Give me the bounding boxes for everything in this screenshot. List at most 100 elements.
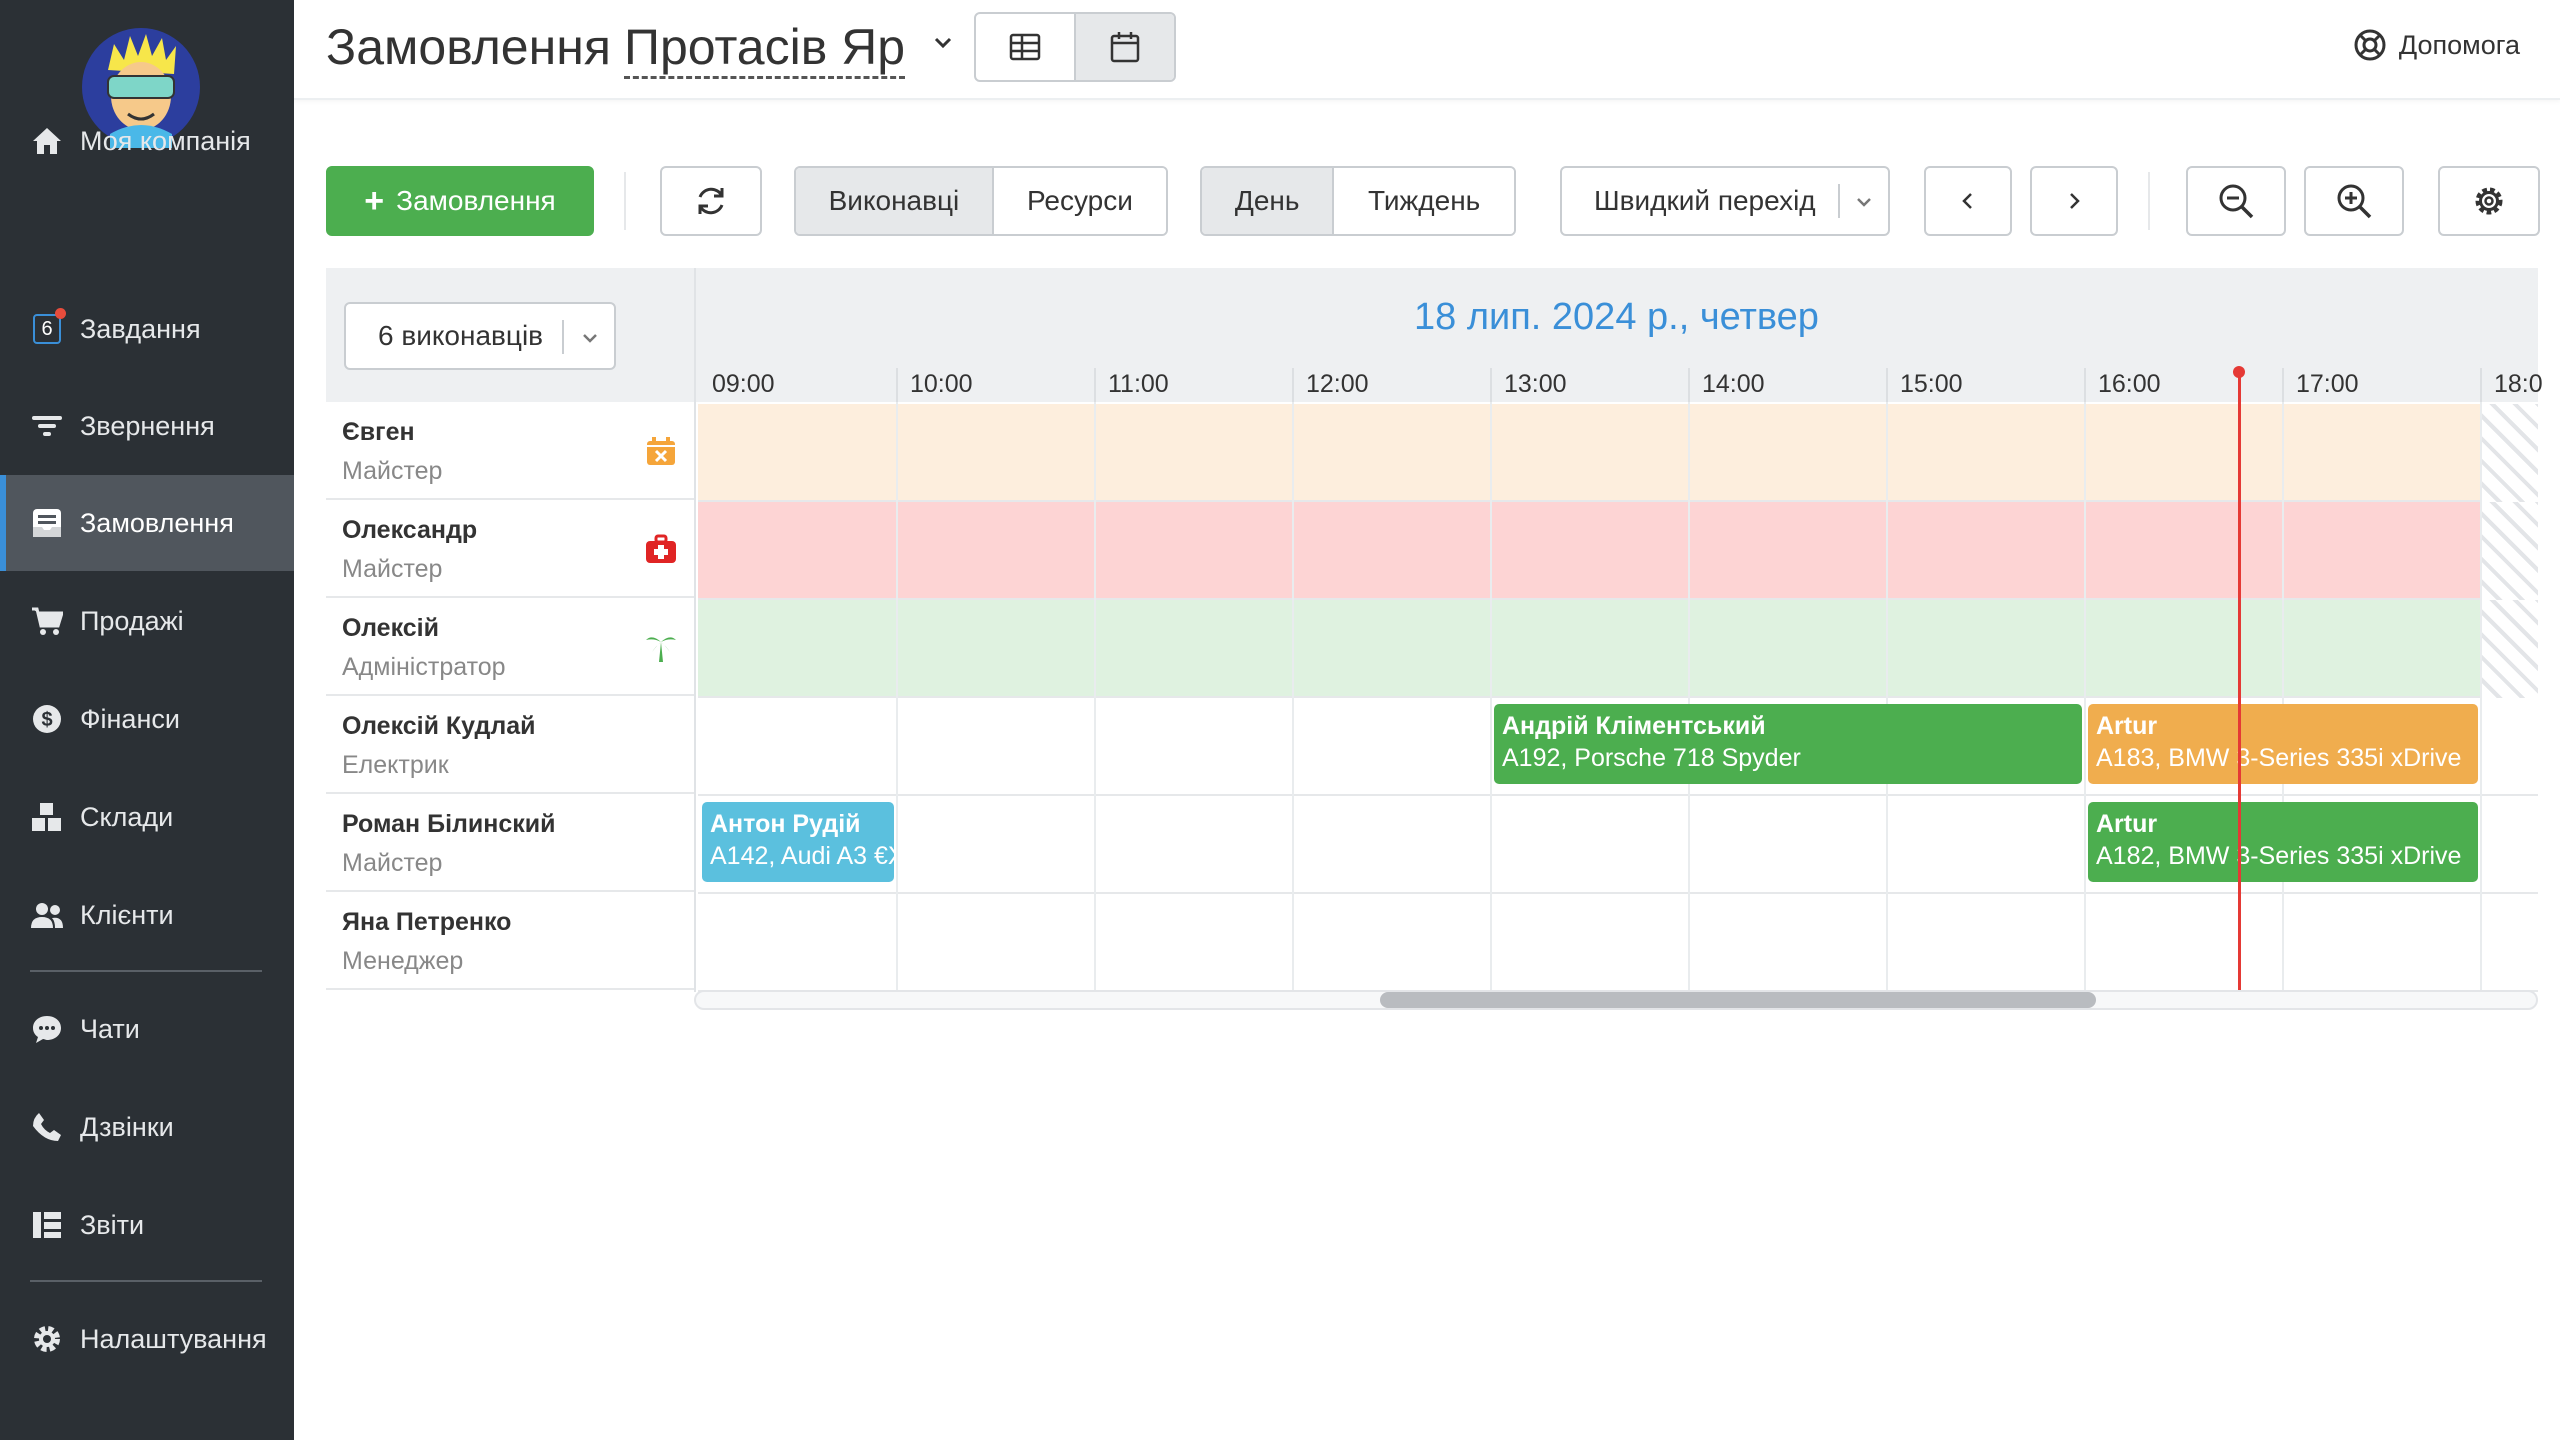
event-details: A182, BMW 3-Series 335i xDrive	[2096, 842, 2462, 870]
sidebar-item-label: Моя компанія	[80, 125, 251, 156]
zoom-out-button[interactable]	[2186, 166, 2286, 236]
period-toggle: День Тиждень	[1200, 166, 1516, 236]
hour-gridline	[1292, 402, 1294, 992]
executor-name: Олексій	[342, 614, 439, 642]
help-link[interactable]: Допомога	[2353, 28, 2520, 62]
calendar-view-button[interactable]	[1074, 14, 1174, 80]
prev-day-button[interactable]	[1924, 166, 2012, 236]
sidebar-item-finance[interactable]: $ Фінанси	[0, 671, 294, 767]
refresh-icon	[698, 187, 724, 215]
sidebar-item-my-company[interactable]: Моя компанія	[0, 93, 294, 189]
executor-name: Яна Петренко	[342, 908, 512, 936]
sidebar-item-warehouses[interactable]: Склади	[0, 769, 294, 865]
hour-label: 11:00	[1108, 370, 1169, 398]
scrollbar-thumb[interactable]	[1380, 992, 2096, 1008]
add-order-button[interactable]: + Замовлення	[326, 166, 594, 236]
current-time-line	[2238, 372, 2242, 992]
hour-gridline	[2282, 402, 2284, 992]
executor-row-label[interactable]: Яна Петренко Менеджер	[326, 892, 694, 990]
executor-row-label[interactable]: Євген Майстер	[326, 402, 694, 500]
event-client: Artur	[2096, 712, 2158, 740]
hour-tick	[1094, 368, 1096, 402]
hour-label: 14:00	[1702, 370, 1765, 398]
grouping-toggle: Виконавці Ресурси	[794, 166, 1168, 236]
column-divider	[694, 268, 696, 992]
executor-row-label[interactable]: Олексій Кудлай Електрик	[326, 696, 694, 794]
schedule-row[interactable]	[698, 404, 2538, 502]
executor-role: Адміністратор	[342, 653, 506, 681]
sidebar-divider	[30, 970, 262, 972]
sidebar-item-label: Звернення	[80, 410, 215, 441]
zoom-in-icon	[2337, 184, 2372, 219]
resources-tab[interactable]: Ресурси	[991, 168, 1166, 234]
scheduler-settings-button[interactable]	[2438, 166, 2540, 236]
select-divider	[562, 320, 564, 354]
orders-icon	[30, 506, 64, 540]
day-tab[interactable]: День	[1202, 168, 1333, 234]
vacation-icon	[644, 630, 678, 664]
reports-icon	[30, 1208, 64, 1242]
hour-label: 15:00	[1900, 370, 1963, 398]
gear-icon	[2475, 187, 2503, 215]
chevron-down-icon[interactable]	[928, 28, 958, 58]
notification-dot	[55, 308, 66, 319]
event-client: Антон Рудій	[710, 810, 861, 838]
hour-tick	[2084, 368, 2086, 402]
sick-leave-icon	[644, 532, 678, 566]
sidebar-item-label: Фінанси	[80, 703, 180, 734]
executor-name: Олексій Кудлай	[342, 712, 536, 740]
toolbar-separator	[2148, 172, 2150, 230]
sidebar-item-reports[interactable]: Звіти	[0, 1177, 294, 1273]
sidebar-item-label: Склади	[80, 801, 174, 832]
schedule-date[interactable]: 18 лип. 2024 р., четвер	[1414, 296, 1819, 339]
schedule-row[interactable]	[698, 502, 2538, 600]
event-details: A142, Audi A3 €X	[710, 842, 894, 870]
sidebar-divider	[30, 1280, 262, 1282]
sidebar-item-orders[interactable]: Замовлення	[0, 475, 294, 571]
hour-gridline	[2480, 402, 2482, 992]
non-working-hours	[2480, 600, 2538, 698]
executors-tab[interactable]: Виконавці	[796, 168, 992, 234]
sidebar-item-chats[interactable]: Чати	[0, 981, 294, 1077]
sidebar-item-requests[interactable]: Звернення	[0, 378, 294, 474]
quick-jump-select[interactable]: Швидкий перехід	[1560, 166, 1890, 236]
location-selector[interactable]: Протасів Яр	[624, 18, 906, 79]
sidebar-item-label: Дзвінки	[80, 1111, 174, 1142]
order-event[interactable]: Artur A183, BMW 3-Series 335i xDrive	[2088, 704, 2478, 784]
executor-role: Електрик	[342, 751, 449, 779]
order-event[interactable]: Антон Рудій A142, Audi A3 €X	[702, 802, 894, 882]
hour-label: 10:00	[910, 370, 973, 398]
executor-row-label[interactable]: Олександр Майстер	[326, 500, 694, 598]
day-off-icon	[644, 434, 678, 468]
sidebar-item-tasks[interactable]: 6 Завдання	[0, 281, 294, 377]
tasks-count-badge: 6	[33, 314, 61, 344]
sidebar-item-sales[interactable]: Продажі	[0, 573, 294, 669]
hour-tick	[1886, 368, 1888, 402]
hour-label: 09:00	[712, 370, 775, 398]
hour-gridline	[1688, 402, 1690, 992]
table-view-button[interactable]	[976, 14, 1074, 80]
add-order-label: Замовлення	[396, 185, 556, 216]
event-client: Artur	[2096, 810, 2158, 838]
event-details: A192, Porsche 718 Spyder	[1502, 744, 1801, 772]
sidebar-item-settings[interactable]: Налаштування	[0, 1291, 294, 1387]
order-event[interactable]: Андрій Кліментський A192, Porsche 718 Spy…	[1494, 704, 2082, 784]
non-working-hours	[2480, 502, 2538, 600]
sidebar-item-calls[interactable]: Дзвінки	[0, 1079, 294, 1175]
executors-filter-select[interactable]: 6 виконавців	[344, 302, 616, 370]
next-day-button[interactable]	[2030, 166, 2118, 236]
lifebuoy-icon	[2354, 29, 2386, 61]
hour-label: 12:00	[1306, 370, 1369, 398]
sidebar-item-label: Завдання	[80, 313, 201, 344]
sidebar-item-clients[interactable]: Клієнти	[0, 867, 294, 963]
chevron-left-icon	[1962, 193, 1972, 209]
schedule-row[interactable]	[698, 894, 2538, 992]
zoom-in-button[interactable]	[2304, 166, 2404, 236]
hour-label: 18:0	[2494, 370, 2543, 398]
refresh-button[interactable]	[660, 166, 762, 236]
order-event[interactable]: Artur A182, BMW 3-Series 335i xDrive	[2088, 802, 2478, 882]
executor-row-label[interactable]: Роман Білинский Майстер	[326, 794, 694, 892]
executor-row-label[interactable]: Олексій Адміністратор	[326, 598, 694, 696]
schedule-row[interactable]	[698, 600, 2538, 698]
week-tab[interactable]: Тиждень	[1332, 168, 1514, 234]
